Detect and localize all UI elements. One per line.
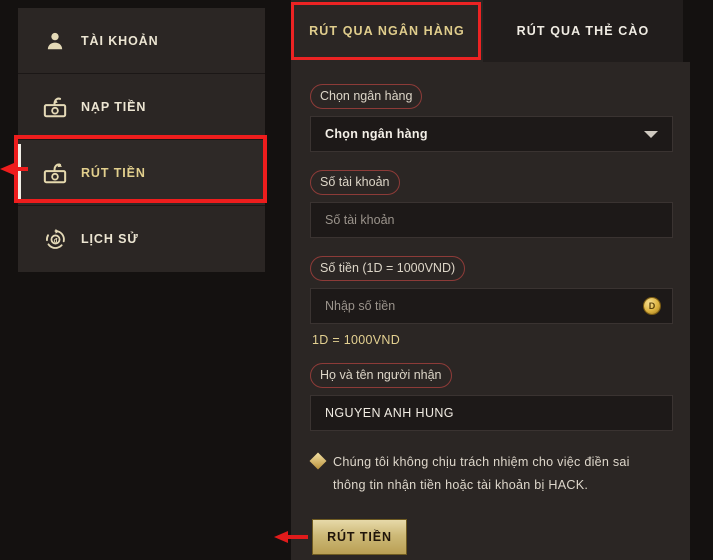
- diamond-bullet-icon: [309, 452, 327, 470]
- sidebar-item-nap-tien[interactable]: NẠP TIỀN: [18, 74, 265, 140]
- tab-label: RÚT QUA NGÂN HÀNG: [309, 24, 465, 38]
- account-number-placeholder: Số tài khoản: [325, 213, 395, 227]
- history-refresh-icon: đ: [42, 226, 68, 252]
- bank-selected-value: Chọn ngân hàng: [325, 127, 428, 141]
- bank-select[interactable]: Chọn ngân hàng: [310, 116, 673, 152]
- tab-rut-qua-the-cao[interactable]: RÚT QUA THẺ CÀO: [483, 0, 683, 62]
- sidebar-item-label: TÀI KHOẢN: [81, 33, 159, 48]
- amount-input[interactable]: Nhập số tiền D: [310, 288, 673, 324]
- withdraw-money-icon: [42, 160, 68, 186]
- submit-withdraw-button[interactable]: RÚT TIỀN: [312, 518, 407, 555]
- recipient-name-input[interactable]: NGUYEN ANH HUNG: [310, 395, 673, 431]
- withdraw-panel: RÚT QUA NGÂN HÀNG RÚT QUA THẺ CÀO Chọn n…: [274, 0, 690, 560]
- field-account-number: Số tài khoản Số tài khoản: [310, 170, 673, 238]
- recipient-name-label: Họ và tên người nhận: [310, 363, 452, 388]
- amount-placeholder: Nhập số tiền: [325, 299, 396, 313]
- field-bank: Chọn ngân hàng Chọn ngân hàng: [310, 84, 673, 152]
- bank-label: Chọn ngân hàng: [310, 84, 423, 109]
- deposit-money-icon: [42, 94, 68, 120]
- sidebar-item-label: NẠP TIỀN: [81, 99, 147, 114]
- svg-text:đ: đ: [53, 237, 57, 244]
- account-number-input[interactable]: Số tài khoản: [310, 202, 673, 238]
- tab-label: RÚT QUA THẺ CÀO: [516, 24, 650, 38]
- annotation-arrow-submit: [274, 530, 308, 544]
- sidebar-item-rut-tien[interactable]: RÚT TIỀN: [18, 140, 265, 206]
- disclaimer-notice: Chúng tôi không chịu trách nhiệm cho việ…: [309, 451, 671, 498]
- chevron-down-icon: [644, 131, 658, 138]
- amount-rate-hint: 1D = 1000VND: [312, 333, 401, 347]
- amount-label: Số tiền (1D = 1000VND): [310, 256, 466, 281]
- tab-rut-qua-ngan-hang[interactable]: RÚT QUA NGÂN HÀNG: [291, 0, 483, 62]
- submit-area: RÚT TIỀN: [274, 518, 671, 555]
- coin-icon: D: [644, 298, 660, 314]
- sidebar-item-label: RÚT TIỀN: [81, 165, 146, 180]
- recipient-name-value: NGUYEN ANH HUNG: [325, 406, 454, 420]
- tab-bar: RÚT QUA NGÂN HÀNG RÚT QUA THẺ CÀO: [291, 0, 685, 62]
- sidebar-item-label: LỊCH SỬ: [81, 232, 139, 246]
- user-icon: [42, 28, 68, 54]
- sidebar-item-tai-khoan[interactable]: TÀI KHOẢN: [18, 8, 265, 74]
- field-amount: Số tiền (1D = 1000VND) Nhập số tiền D 1D…: [310, 256, 673, 347]
- sidebar: TÀI KHOẢN NẠP TIỀN RÚT TIỀN đ LỊCH SỬ: [18, 8, 265, 272]
- field-recipient-name: Họ và tên người nhận NGUYEN ANH HUNG: [310, 363, 673, 431]
- sidebar-item-lich-su[interactable]: đ LỊCH SỬ: [18, 206, 265, 272]
- withdraw-page: TÀI KHOẢN NẠP TIỀN RÚT TIỀN đ LỊCH SỬ RÚ…: [0, 0, 713, 560]
- account-number-label: Số tài khoản: [310, 170, 400, 195]
- disclaimer-text: Chúng tôi không chịu trách nhiệm cho việ…: [333, 455, 630, 493]
- withdraw-form: Chọn ngân hàng Chọn ngân hàng Số tài kho…: [274, 62, 690, 560]
